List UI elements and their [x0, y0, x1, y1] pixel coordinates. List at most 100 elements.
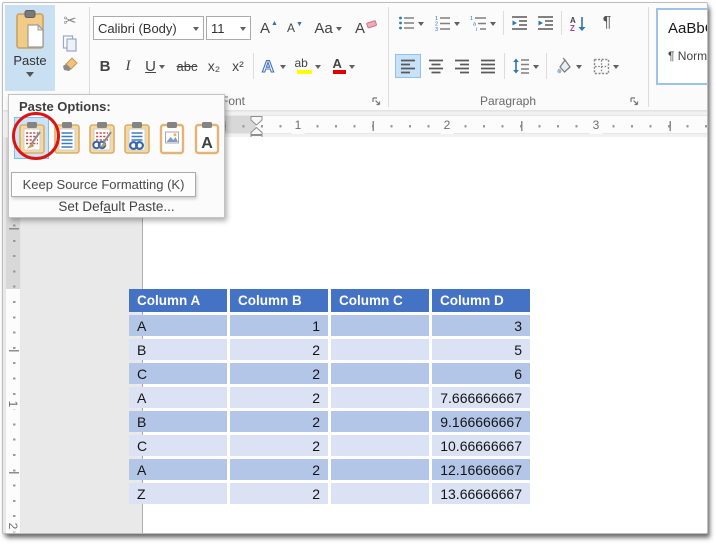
align-left-button[interactable] — [395, 54, 421, 78]
font-dialog-launcher[interactable] — [371, 96, 383, 108]
table-cell[interactable]: 12.16666667 — [432, 459, 530, 480]
svg-text:3: 3 — [435, 27, 438, 31]
table-cell[interactable]: C — [129, 363, 227, 384]
table-cell[interactable]: 2 — [230, 459, 328, 480]
table-cell[interactable]: A — [129, 387, 227, 408]
table-cell[interactable]: 2 — [230, 363, 328, 384]
set-default-paste-item[interactable]: Set Default Paste... — [9, 199, 224, 214]
table-cell[interactable]: 13.66666667 — [432, 483, 530, 504]
table-cell[interactable]: B — [129, 411, 227, 432]
highlight-color-button[interactable]: ab — [291, 54, 323, 78]
grow-font-button[interactable]: A ▲ — [257, 16, 281, 40]
paste-button[interactable]: Paste — [5, 5, 55, 91]
italic-button[interactable]: I — [119, 54, 137, 78]
svg-text:A: A — [201, 135, 213, 152]
paste-option-link-and-use-destination-styles[interactable] — [119, 117, 154, 159]
table-cell[interactable] — [331, 387, 429, 408]
chevron-down-icon — [314, 64, 321, 72]
table-row: C2 6 — [129, 363, 530, 384]
table-header-cell[interactable]: Column B — [230, 289, 328, 312]
paste-option-picture[interactable] — [154, 117, 189, 159]
annotation-red-circle — [12, 112, 60, 160]
paste-clipboard-icon — [13, 9, 47, 51]
table-cell[interactable]: 7.666666667 — [432, 387, 530, 408]
multilevel-list-button[interactable]: 1ai — [467, 11, 499, 35]
table-cell[interactable]: 6 — [432, 363, 530, 384]
tooltip-text: Keep Source Formatting (K) — [22, 177, 185, 192]
table-cell[interactable]: B — [129, 339, 227, 360]
table-cell[interactable]: 10.66666667 — [432, 435, 530, 456]
table-cell[interactable]: 5 — [432, 339, 530, 360]
table-cell[interactable]: A — [129, 315, 227, 336]
table-cell[interactable]: 2 — [230, 483, 328, 504]
clear-formatting-label: A — [354, 19, 365, 37]
paste-dropdown-arrow-icon[interactable] — [26, 72, 34, 81]
bullet-list-button[interactable] — [395, 11, 427, 35]
paste-option-keep-text-only[interactable]: A — [189, 117, 224, 159]
decrease-indent-button[interactable] — [507, 11, 531, 35]
table-cell[interactable]: 2 — [230, 411, 328, 432]
table-cell[interactable] — [331, 483, 429, 504]
table-cell[interactable]: C — [129, 435, 227, 456]
change-case-button[interactable]: Aa — [311, 16, 345, 40]
table-header-cell[interactable]: Column A — [129, 289, 227, 312]
table-cell[interactable]: 2 — [230, 387, 328, 408]
table-cell[interactable]: 3 — [432, 315, 530, 336]
text-effects-icon: A — [261, 57, 274, 75]
align-right-button[interactable] — [450, 54, 474, 78]
table-cell[interactable]: 9.166666667 — [432, 411, 530, 432]
button-separator — [503, 11, 504, 35]
table-header-cell[interactable]: Column C — [331, 289, 429, 312]
picture-icon — [159, 122, 184, 155]
sort-button[interactable]: A Z — [565, 11, 591, 35]
table-header-cell[interactable]: Column D — [432, 289, 530, 312]
font-color-button[interactable]: A — [327, 54, 357, 78]
line-spacing-button[interactable] — [509, 54, 541, 78]
line-spacing-icon — [512, 58, 529, 74]
shrink-font-button[interactable]: A ▼ — [283, 16, 307, 40]
font-size-combo[interactable]: 11 — [206, 16, 251, 40]
link-keep-source-formatting-icon — [88, 122, 115, 154]
shading-button[interactable] — [551, 54, 585, 78]
text-effects-button[interactable]: A — [257, 54, 287, 78]
copy-button[interactable] — [57, 32, 83, 54]
table-cell[interactable]: Z — [129, 483, 227, 504]
strikethrough-label: abc — [176, 58, 198, 74]
font-name-combo[interactable]: Calibri (Body) — [93, 16, 204, 40]
paragraph-dialog-launcher[interactable] — [629, 96, 641, 108]
table-row: C 2 10.66666667 — [129, 435, 530, 456]
show-formatting-marks-button[interactable]: ¶ — [595, 11, 619, 35]
format-painter-button[interactable] — [57, 54, 83, 76]
align-center-button[interactable] — [424, 54, 448, 78]
table-cell[interactable] — [331, 339, 429, 360]
underline-label: U — [145, 57, 156, 75]
superscript-button[interactable]: x² — [227, 54, 249, 78]
table-cell[interactable]: 1 — [230, 315, 328, 336]
table-row: B 2 9.166666667 — [129, 411, 530, 432]
clear-formatting-button[interactable]: A — [351, 16, 381, 40]
numbered-list-button[interactable]: 123 — [431, 11, 463, 35]
table-cell[interactable]: A — [129, 459, 227, 480]
justify-button[interactable] — [476, 54, 500, 78]
highlight-color-bar — [296, 70, 312, 74]
table-cell[interactable] — [331, 435, 429, 456]
word-window: Paste ✂ Calibri (Body) 11 A ▲ A ▼ Aa A B… — [2, 2, 708, 534]
underline-button[interactable]: U — [141, 54, 169, 78]
table-cell[interactable]: 2 — [230, 339, 328, 360]
ruler-number: 3 — [589, 116, 603, 134]
cut-button[interactable]: ✂ — [57, 10, 83, 32]
style-normal-card[interactable]: AaBbCc ¶ Normal — [656, 8, 708, 85]
strikethrough-button[interactable]: abc — [173, 54, 201, 78]
subscript-button[interactable]: x₂ — [203, 54, 225, 78]
paste-option-link-and-keep-source-formatting[interactable] — [84, 117, 119, 159]
table-cell[interactable]: 2 — [230, 435, 328, 456]
style-name: ¶ Normal — [668, 49, 708, 63]
increase-indent-button[interactable] — [533, 11, 557, 35]
borders-button[interactable] — [589, 54, 623, 78]
table-cell[interactable] — [331, 363, 429, 384]
bold-button[interactable]: B — [95, 54, 115, 78]
table-cell[interactable] — [331, 315, 429, 336]
horizontal-ruler[interactable]: 1 2 3 — [143, 115, 707, 141]
table-cell[interactable] — [331, 411, 429, 432]
table-cell[interactable] — [331, 459, 429, 480]
